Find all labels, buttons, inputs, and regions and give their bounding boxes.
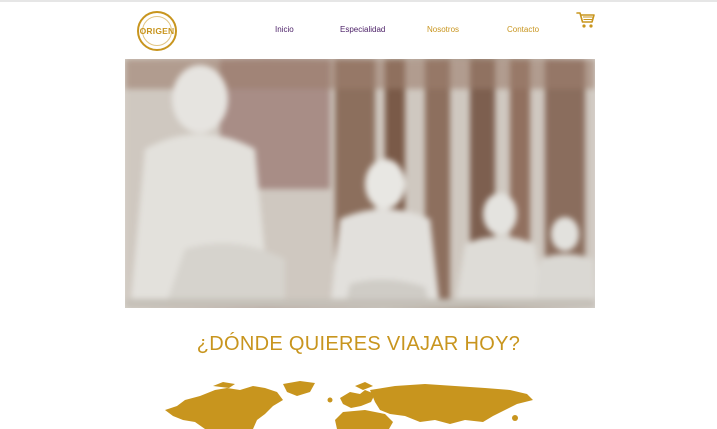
nav-link-nosotros[interactable]: Nosotros [427, 25, 459, 34]
shopping-cart-icon[interactable] [576, 11, 596, 29]
world-map-icon [165, 381, 533, 429]
origen-logo[interactable]: ORIGEN [137, 11, 177, 51]
top-border [0, 0, 717, 2]
nav-link-contacto[interactable]: Contacto [507, 25, 539, 34]
logo-text: ORIGEN [139, 26, 175, 36]
page-heading: ¿DÓNDE QUIERES VIAJAR HOY? [196, 333, 521, 355]
nav-link-inicio[interactable]: Inicio [275, 25, 294, 34]
hero-image [125, 59, 595, 308]
nav-link-especialidad[interactable]: Especialidad [340, 25, 385, 34]
